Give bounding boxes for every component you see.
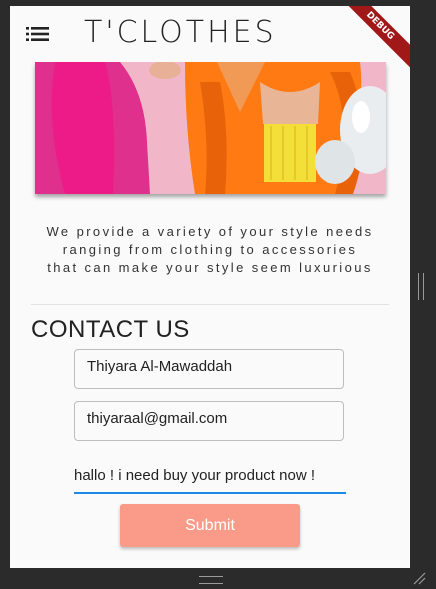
name-field[interactable]: Thiyara Al-Mawaddah bbox=[74, 349, 344, 389]
app-screen: T'CLOTHES DEBUG We provide a variety of … bbox=[10, 6, 410, 568]
contact-heading: CONTACT US bbox=[31, 316, 190, 343]
corner-resize-icon[interactable] bbox=[412, 571, 426, 585]
hero-photo-illustration bbox=[35, 62, 386, 194]
resize-grip-icon[interactable] bbox=[418, 273, 424, 300]
tagline-line-2: ranging from clothing to accessories bbox=[62, 242, 358, 257]
hero-image bbox=[35, 62, 386, 194]
section-divider bbox=[31, 304, 389, 305]
email-field[interactable]: thiyaraal@gmail.com bbox=[74, 401, 344, 441]
app-bar: T'CLOTHES bbox=[10, 6, 410, 62]
bottom-resize-handle-icon[interactable] bbox=[199, 576, 223, 584]
list-menu-icon[interactable] bbox=[26, 24, 50, 44]
tagline-line-3: that can make your style seem luxurious bbox=[47, 260, 373, 275]
submit-button[interactable]: Submit bbox=[120, 504, 300, 547]
message-field[interactable]: hallo ! i need buy your product now ! bbox=[74, 464, 346, 494]
tagline: We provide a variety of your style needs… bbox=[40, 223, 380, 277]
app-title: T'CLOTHES bbox=[84, 15, 277, 50]
tagline-line-1: We provide a variety of your style needs bbox=[46, 224, 374, 239]
